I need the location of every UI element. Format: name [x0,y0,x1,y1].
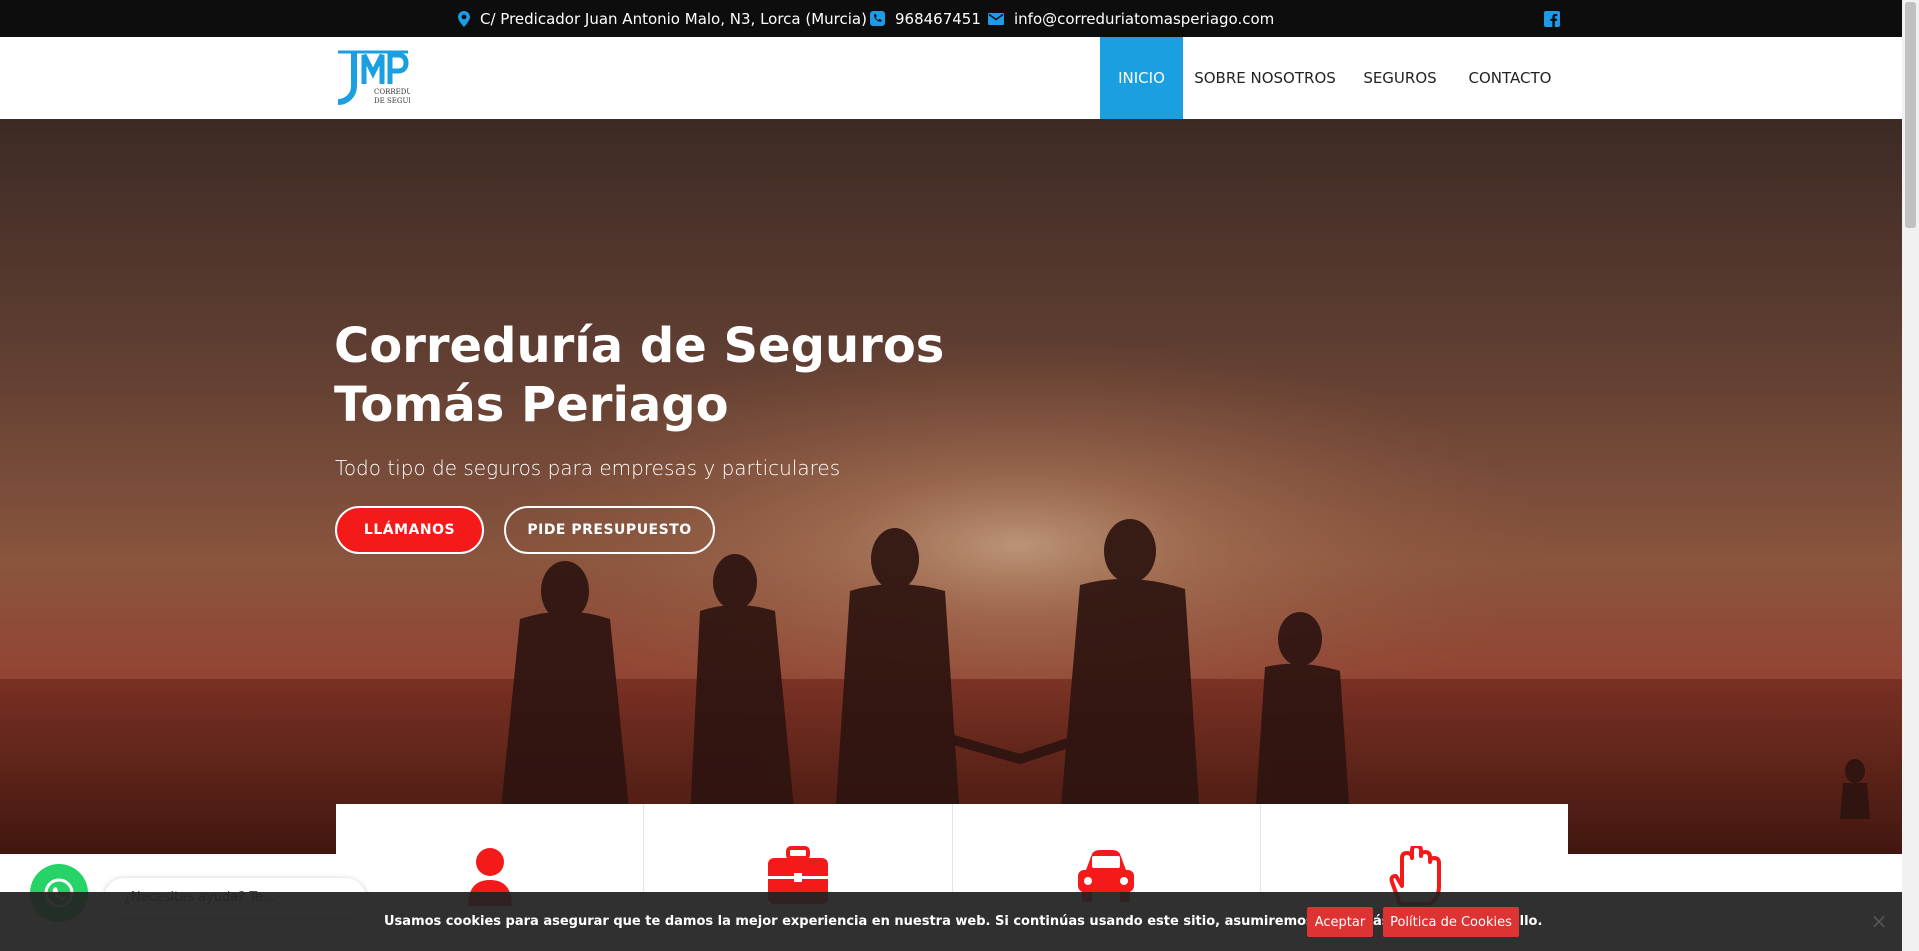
phone-text[interactable]: 968467451 [895,10,981,28]
hero-section: Correduría de Seguros Tomás Periago Todo… [0,119,1902,854]
svg-text:CORREDURÍA: CORREDURÍA [374,87,410,96]
phone-info[interactable]: 968467451 [870,0,981,37]
nav-contacto[interactable]: CONTACTO [1460,37,1560,119]
cookie-policy-button[interactable]: Política de Cookies [1383,907,1519,937]
facebook-icon[interactable] [1544,10,1560,27]
hero-title-line-2: Tomás Periago [334,377,729,433]
address-text: C/ Predicador Juan Antonio Malo, N3, Lor… [480,9,867,28]
phone-icon [870,11,885,26]
scrollbar-thumb[interactable] [1905,2,1916,228]
nav-sobre-nosotros[interactable]: SOBRE NOSOTROS [1190,37,1340,119]
close-icon[interactable]: × [1869,911,1889,931]
svg-text:DE SEGUROS: DE SEGUROS [374,97,410,105]
cookie-accept-button[interactable]: Aceptar [1307,907,1373,937]
hero-subtitle: Todo tipo de seguros para empresas y par… [335,456,841,480]
jmp-logo-icon: CORREDURÍA DE SEGUROS [337,50,426,105]
address-info: C/ Predicador Juan Antonio Malo, N3, Lor… [458,0,867,37]
company-logo[interactable]: CORREDURÍA DE SEGUROS [336,50,426,106]
cookie-consent-bar: Usamos cookies para asegurar que te damo… [0,892,1902,951]
email-text[interactable]: info@correduriatomasperiago.com [1014,10,1274,28]
facebook-link[interactable] [1544,0,1560,37]
hero-title: Correduría de Seguros Tomás Periago [334,317,944,435]
envelope-icon [988,12,1004,25]
email-info[interactable]: info@correduriatomasperiago.com [988,0,1274,37]
nav-inicio[interactable]: INICIO [1100,37,1183,119]
nav-seguros[interactable]: SEGUROS [1355,37,1445,119]
map-pin-icon [458,10,470,27]
quote-button[interactable]: PIDE PRESUPUESTO [504,506,715,554]
top-info-bar: C/ Predicador Juan Antonio Malo, N3, Lor… [0,0,1902,37]
hero-background-image [0,119,1902,854]
site-header: CORREDURÍA DE SEGUROS INICIO SOBRE NOSOT… [0,37,1902,119]
hero-title-line-1: Correduría de Seguros [334,318,945,374]
call-button[interactable]: LLÁMANOS [335,506,484,554]
